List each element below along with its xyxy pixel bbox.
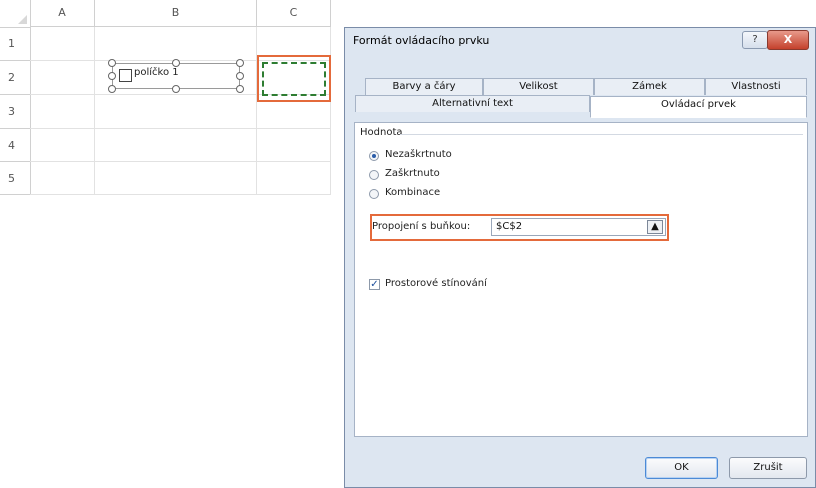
cell-a1[interactable]	[30, 27, 95, 61]
resize-handle-right[interactable]	[236, 72, 244, 80]
select-all-icon	[18, 15, 27, 24]
value-group-divider	[400, 134, 803, 135]
format-control-dialog: Formát ovládacího prvku ? X Barvy a čáry…	[344, 27, 816, 488]
tab-properties[interactable]: Vlastnosti	[705, 78, 807, 95]
row-header-3[interactable]: 3	[0, 95, 31, 129]
resize-handle-top-right[interactable]	[236, 59, 244, 67]
spreadsheet: A B C 1 2 3 4 5 políčko 1	[0, 0, 340, 195]
radio-checked-button[interactable]	[369, 170, 379, 180]
resize-handle-bottom-right[interactable]	[236, 85, 244, 93]
cell-a3[interactable]	[30, 95, 95, 129]
tab-colors-and-lines[interactable]: Barvy a čáry	[365, 78, 483, 95]
radio-unchecked-label: Nezaškrtnuto	[385, 149, 452, 160]
resize-handle-top[interactable]	[172, 59, 180, 67]
cell-link-value: $C$2	[496, 221, 523, 232]
shading-checkbox[interactable]: ✓	[369, 279, 380, 290]
tab-alt-text[interactable]: Alternativní text	[355, 95, 590, 112]
radio-mixed-button[interactable]	[369, 189, 379, 199]
cell-c4[interactable]	[257, 129, 331, 162]
cancel-button[interactable]: Zrušit	[729, 457, 807, 479]
cell-a2[interactable]	[30, 61, 95, 95]
cell-a5[interactable]	[30, 162, 95, 195]
dialog-titlebar[interactable]: Formát ovládacího prvku ? X	[345, 28, 815, 52]
cell-a4[interactable]	[30, 129, 95, 162]
radio-mixed-label: Kombinace	[385, 187, 441, 198]
resize-handle-bottom[interactable]	[172, 85, 180, 93]
shading-checkbox-label: Prostorové stínování	[385, 278, 487, 289]
radio-unchecked-button[interactable]	[369, 151, 379, 161]
cell-b4[interactable]	[95, 129, 257, 162]
radio-selected-dot	[372, 154, 376, 158]
resize-handle-bottom-left[interactable]	[108, 85, 116, 93]
tab-control[interactable]: Ovládací prvek	[590, 96, 807, 118]
column-header-b[interactable]: B	[95, 0, 257, 27]
resize-handle-left[interactable]	[108, 72, 116, 80]
row-header-4[interactable]: 4	[0, 129, 31, 162]
cell-link-input[interactable]: $C$2 ▲	[491, 218, 666, 236]
row-header-5[interactable]: 5	[0, 162, 31, 195]
cell-b1[interactable]	[95, 27, 257, 61]
radio-checked-label: Zaškrtnuto	[385, 168, 440, 179]
column-header-c[interactable]: C	[257, 0, 331, 27]
cell-c5[interactable]	[257, 162, 331, 195]
cell-b3[interactable]	[95, 95, 257, 129]
collapse-dialog-icon[interactable]: ▲	[647, 220, 663, 234]
row-header-1[interactable]: 1	[0, 27, 31, 61]
resize-handle-top-left[interactable]	[108, 59, 116, 67]
cell-b5[interactable]	[95, 162, 257, 195]
linked-cell-marquee	[262, 62, 326, 96]
help-button[interactable]: ?	[742, 31, 768, 49]
tab-size[interactable]: Velikost	[483, 78, 594, 95]
value-group-label: Hodnota	[360, 127, 407, 138]
row-header-2[interactable]: 2	[0, 61, 31, 95]
form-checkbox-box[interactable]	[119, 69, 132, 82]
column-header-a[interactable]: A	[30, 0, 95, 27]
ok-button[interactable]: OK	[645, 457, 718, 479]
tab-protection[interactable]: Zámek	[594, 78, 705, 95]
cell-link-label: Propojení s buňkou:	[372, 221, 471, 232]
form-checkbox-label: políčko 1	[134, 67, 179, 78]
dialog-title: Formát ovládacího prvku	[353, 34, 490, 47]
select-all-corner[interactable]	[0, 0, 31, 28]
close-button[interactable]: X	[767, 30, 809, 50]
